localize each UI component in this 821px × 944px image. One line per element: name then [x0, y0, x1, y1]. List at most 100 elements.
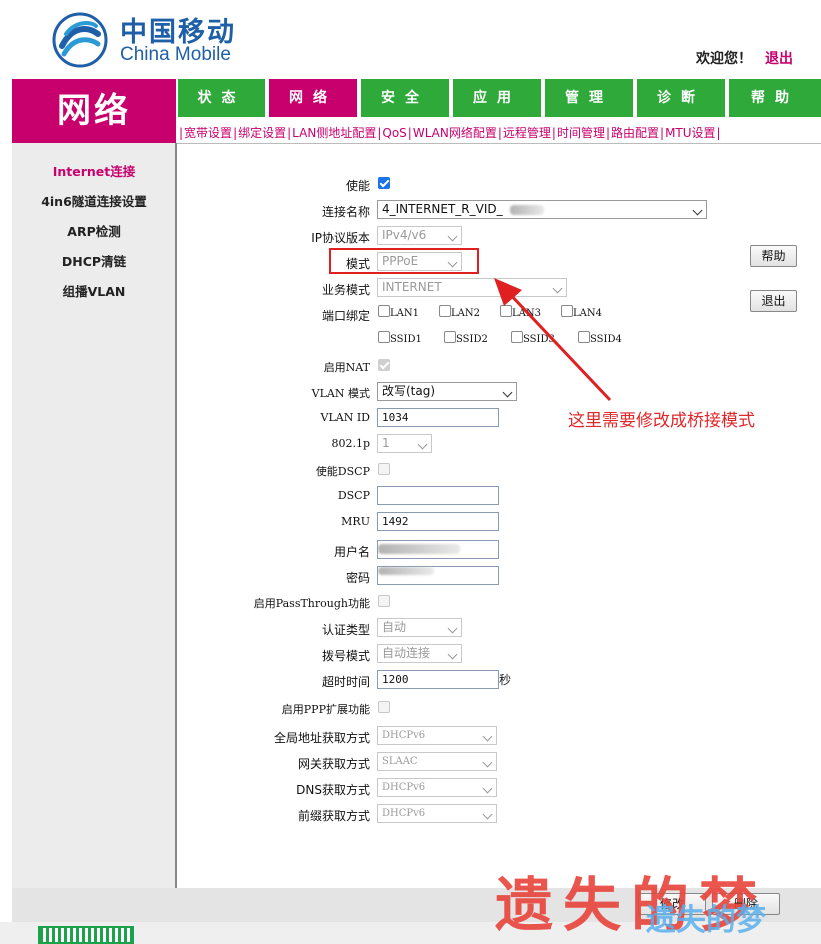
- subnav-lan-address[interactable]: LAN侧地址配置: [292, 126, 376, 140]
- qr-code-icon: [38, 926, 134, 944]
- port-ssid1-label: SSID1: [390, 334, 422, 345]
- tab-management[interactable]: 管理: [545, 79, 633, 117]
- auth-type-label: 认证类型: [321, 623, 370, 637]
- port-lan1-checkbox[interactable]: [378, 305, 390, 317]
- tab-security[interactable]: 安全: [361, 79, 449, 117]
- mru-input[interactable]: 1492: [377, 512, 499, 531]
- vlan-mode-value: 改写(tag): [382, 384, 436, 398]
- dscp-enable-checkbox[interactable]: [378, 463, 390, 475]
- port-lan2-checkbox[interactable]: [439, 305, 451, 317]
- conn-name-label: 连接名称: [321, 205, 370, 219]
- sidebar-item-4in6[interactable]: 4in6隧道连接设置: [12, 191, 176, 210]
- service-mode-label: 业务模式: [321, 283, 370, 297]
- timeout-unit: 秒: [499, 673, 512, 687]
- subnav-wlan[interactable]: WLAN网络配置: [413, 126, 497, 140]
- auth-type-value: 自动: [382, 620, 407, 634]
- port-bind-label: 端口绑定: [321, 309, 370, 323]
- content-divider: [176, 143, 821, 144]
- auth-type-select[interactable]: 自动: [377, 618, 462, 637]
- timeout-label: 超时时间: [321, 675, 370, 689]
- chevron-down-icon: [417, 439, 428, 450]
- dns-label: DNS获取方式: [296, 783, 370, 797]
- ip-version-select[interactable]: IPv4/v6: [377, 226, 462, 245]
- vlan-id-label: VLAN ID: [320, 411, 370, 424]
- mru-label: MRU: [341, 515, 370, 528]
- global-addr-value: DHCPv6: [382, 730, 426, 741]
- dscp-enable-label: 使能DSCP: [315, 465, 370, 478]
- watermark-secondary: 遗失的梦: [646, 903, 766, 938]
- prefix-label: 前缀获取方式: [297, 809, 370, 823]
- exit-button[interactable]: 退出: [750, 290, 797, 312]
- enable-checkbox[interactable]: [378, 177, 390, 189]
- subnav-broadband[interactable]: 宽带设置: [184, 126, 232, 140]
- redacted-vid: [510, 205, 544, 215]
- dns-value: DHCPv6: [382, 782, 426, 793]
- tab-diagnosis[interactable]: 诊断: [637, 79, 725, 117]
- logout-link[interactable]: 退出: [765, 48, 793, 68]
- chevron-down-icon: [692, 205, 703, 216]
- dscp-label: DSCP: [337, 489, 370, 502]
- dial-mode-select[interactable]: 自动连接: [377, 644, 462, 663]
- gateway-value: SLAAC: [382, 756, 418, 767]
- dot1p-select[interactable]: 1: [377, 434, 432, 453]
- ip-version-value: IPv4/v6: [382, 228, 427, 242]
- subnav-binding[interactable]: 绑定设置: [238, 126, 286, 140]
- prefix-value: DHCPv6: [382, 808, 426, 819]
- annotation-text: 这里需要修改成桥接模式: [568, 411, 755, 431]
- subnav-mtu[interactable]: MTU设置: [665, 126, 715, 140]
- china-mobile-logo-icon: [52, 12, 108, 68]
- tab-status[interactable]: 状态: [178, 79, 265, 117]
- timeout-input[interactable]: 1200: [377, 670, 499, 689]
- chevron-down-icon: [482, 783, 493, 794]
- tab-help[interactable]: 帮助: [729, 79, 821, 117]
- conn-name-value: 4_INTERNET_R_VID_: [382, 202, 503, 216]
- port-ssid1-checkbox[interactable]: [378, 331, 390, 343]
- chevron-down-icon: [447, 649, 458, 660]
- welcome-text: 欢迎您！: [696, 51, 752, 67]
- redacted-username: [378, 544, 460, 554]
- help-button[interactable]: 帮助: [750, 245, 797, 267]
- port-lan1-label: LAN1: [390, 308, 419, 319]
- top-nav: 状态 网络 安全 应用 管理 诊断 帮助: [176, 79, 821, 117]
- tab-network[interactable]: 网络: [269, 79, 357, 117]
- dns-select[interactable]: DHCPv6: [377, 778, 497, 797]
- vlan-mode-label: VLAN 模式: [311, 387, 370, 400]
- dial-mode-label: 拨号模式: [321, 649, 370, 663]
- port-ssid2-checkbox[interactable]: [444, 331, 456, 343]
- global-addr-select[interactable]: DHCPv6: [377, 726, 497, 745]
- service-mode-value: INTERNET: [382, 280, 442, 294]
- nat-checkbox[interactable]: [378, 359, 390, 371]
- ppp-ext-label: 启用PPP扩展功能: [281, 703, 370, 716]
- sidebar-item-internet[interactable]: Internet连接: [12, 161, 176, 180]
- dot1p-label: 802.1p: [331, 437, 370, 450]
- ppp-ext-checkbox[interactable]: [378, 701, 390, 713]
- chevron-down-icon: [447, 623, 458, 634]
- gateway-label: 网关获取方式: [297, 757, 370, 771]
- sidebar-item-arp[interactable]: ARP检测: [12, 221, 176, 240]
- port-ssid2-label: SSID2: [456, 334, 488, 345]
- ip-version-label: IP协议版本: [311, 231, 370, 245]
- sidebar-item-dhcp[interactable]: DHCP清链: [12, 251, 176, 270]
- dial-mode-value: 自动连接: [382, 646, 431, 660]
- passthrough-checkbox[interactable]: [378, 595, 390, 607]
- tab-application[interactable]: 应用: [453, 79, 541, 117]
- dscp-input[interactable]: [377, 486, 499, 505]
- subnav-qos[interactable]: QoS: [382, 126, 406, 140]
- vlan-id-input[interactable]: 1034: [377, 408, 499, 427]
- enable-label: 使能: [345, 179, 370, 193]
- subnav-route[interactable]: 路由配置: [611, 126, 659, 140]
- chevron-down-icon: [447, 231, 458, 242]
- subnav-remote[interactable]: 远程管理: [503, 126, 551, 140]
- global-addr-label: 全局地址获取方式: [273, 731, 370, 745]
- nat-label: 启用NAT: [323, 361, 370, 374]
- chevron-down-icon: [482, 757, 493, 768]
- annotation-arrow-icon: [494, 278, 612, 402]
- gateway-select[interactable]: SLAAC: [377, 752, 497, 771]
- port-lan2-label: LAN2: [451, 308, 480, 319]
- sidebar-item-multicast-vlan[interactable]: 组播VLAN: [12, 281, 176, 300]
- highlight-box: [329, 248, 479, 274]
- prefix-select[interactable]: DHCPv6: [377, 804, 497, 823]
- subnav-time[interactable]: 时间管理: [557, 126, 605, 140]
- username-label: 用户名: [333, 545, 370, 559]
- redacted-password: [378, 567, 434, 575]
